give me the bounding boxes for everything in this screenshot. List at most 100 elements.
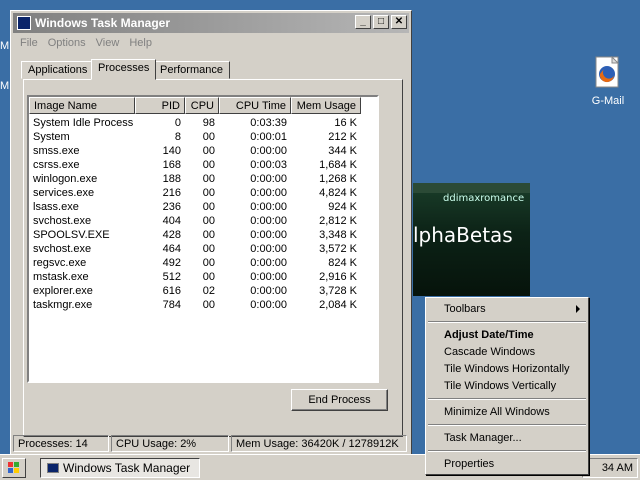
desktop-icon-partial-1[interactable]: M [0, 40, 9, 52]
cell-mem-usage: 344 K [328, 145, 357, 157]
cell-cpu-time: 0:00:00 [250, 201, 287, 213]
windows-flag-icon [8, 462, 20, 474]
menu-help[interactable]: Help [124, 35, 157, 51]
table-row[interactable]: smss.exe 140 00 0:00:00 344 K [29, 144, 377, 158]
desktop-icon-gmail[interactable]: G-Mail [578, 55, 638, 107]
column-pid[interactable]: PID [135, 97, 185, 114]
table-row[interactable]: System Idle Process 0 98 0:03:39 16 K [29, 116, 377, 130]
cell-cpu: 00 [202, 201, 215, 213]
table-row[interactable]: SPOOLSV.EXE 428 00 0:00:00 3,348 K [29, 228, 377, 242]
task-manager-taskbar-icon [47, 463, 59, 473]
status-mem-usage: Mem Usage: 36420K / 1278912K [231, 435, 407, 452]
desktop-icon-label-partial-1: M [0, 40, 10, 52]
table-row[interactable]: regsvc.exe 492 00 0:00:00 824 K [29, 256, 377, 270]
maximize-button[interactable]: □ [373, 15, 389, 29]
table-row[interactable]: csrss.exe 168 00 0:00:03 1,684 K [29, 158, 377, 172]
close-button[interactable]: ✕ [391, 15, 407, 29]
tab-performance[interactable]: Performance [153, 61, 230, 79]
cell-image-name: winlogon.exe [33, 173, 98, 185]
cell-cpu-time: 0:00:00 [250, 173, 287, 185]
menu-item-cascade-windows[interactable]: Cascade Windows [428, 344, 586, 361]
cell-image-name: mstask.exe [33, 271, 89, 283]
menu-options[interactable]: Options [43, 35, 91, 51]
menu-item-tile-horizontally[interactable]: Tile Windows Horizontally [428, 361, 586, 378]
cell-image-name: System Idle Process [33, 117, 134, 129]
cell-image-name: taskmgr.exe [33, 299, 93, 311]
process-list[interactable]: Image Name PID CPU CPU Time Mem Usage Sy… [27, 95, 379, 383]
cell-image-name: SPOOLSV.EXE [33, 229, 110, 241]
cell-cpu-time: 0:00:00 [250, 285, 287, 297]
cell-image-name: services.exe [33, 187, 95, 199]
table-row[interactable]: services.exe 216 00 0:00:00 4,824 K [29, 186, 377, 200]
table-row[interactable]: System 8 00 0:00:01 212 K [29, 130, 377, 144]
cell-image-name: csrss.exe [33, 159, 80, 171]
menu-item-minimize-all[interactable]: Minimize All Windows [428, 404, 586, 421]
desktop-background-widget: ddimaxromance lphaBetas [413, 183, 530, 296]
minimize-button[interactable]: _ [355, 15, 371, 29]
cell-cpu: 00 [202, 229, 215, 241]
desktop-icon-partial-2[interactable]: M [0, 80, 9, 92]
menu-item-adjust-date-time[interactable]: Adjust Date/Time [428, 327, 586, 344]
cell-mem-usage: 824 K [328, 257, 357, 269]
cell-cpu-time: 0:00:00 [250, 271, 287, 283]
table-row[interactable]: svchost.exe 404 00 0:00:00 2,812 K [29, 214, 377, 228]
table-row[interactable]: svchost.exe 464 00 0:00:00 3,572 K [29, 242, 377, 256]
table-row[interactable]: winlogon.exe 188 00 0:00:00 1,268 K [29, 172, 377, 186]
cell-cpu: 00 [202, 257, 215, 269]
cell-mem-usage: 3,572 K [319, 243, 357, 255]
tab-applications[interactable]: Applications [21, 61, 95, 79]
menu-item-toolbars[interactable]: Toolbars [428, 301, 586, 318]
status-processes: Processes: 14 [13, 435, 109, 452]
cell-mem-usage: 1,268 K [319, 173, 357, 185]
status-cpu-usage: CPU Usage: 2% [111, 435, 229, 452]
cell-pid: 168 [162, 159, 181, 171]
table-row[interactable]: explorer.exe 616 02 0:00:00 3,728 K [29, 284, 377, 298]
table-row[interactable]: mstask.exe 512 00 0:00:00 2,916 K [29, 270, 377, 284]
cell-image-name: explorer.exe [33, 285, 93, 297]
column-cpu-time[interactable]: CPU Time [219, 97, 291, 114]
tab-processes[interactable]: Processes [91, 59, 157, 80]
cell-image-name: lsass.exe [33, 201, 79, 213]
cell-cpu: 00 [202, 243, 215, 255]
cell-image-name: System [33, 131, 70, 143]
cell-pid: 140 [162, 145, 181, 157]
close-icon: ✕ [394, 16, 404, 27]
end-process-button[interactable]: End Process [291, 389, 388, 411]
menu-view[interactable]: View [91, 35, 125, 51]
title-bar[interactable]: Windows Task Manager _ □ ✕ [13, 13, 409, 33]
submenu-arrow-icon [576, 305, 580, 313]
system-clock[interactable]: 34 AM [582, 458, 638, 478]
column-mem-usage[interactable]: Mem Usage [291, 97, 361, 114]
cell-cpu-time: 0:00:01 [250, 131, 287, 143]
cell-mem-usage: 16 K [334, 117, 357, 129]
widget-text-2: lphaBetas [413, 223, 513, 247]
cell-pid: 404 [162, 215, 181, 227]
taskbar-button-task-manager[interactable]: Windows Task Manager [40, 458, 200, 478]
cell-pid: 784 [162, 299, 181, 311]
menu-item-properties[interactable]: Properties [428, 456, 586, 473]
menu-item-task-manager[interactable]: Task Manager... [428, 430, 586, 447]
minimize-icon: _ [360, 16, 366, 27]
cell-mem-usage: 4,824 K [319, 187, 357, 199]
column-image-name[interactable]: Image Name [29, 97, 135, 114]
cell-cpu-time: 0:00:00 [250, 243, 287, 255]
cell-mem-usage: 1,684 K [319, 159, 357, 171]
desktop-icon-label-partial-2: M [0, 80, 10, 92]
cell-mem-usage: 2,084 K [319, 299, 357, 311]
cell-cpu: 02 [202, 285, 215, 297]
cell-cpu-time: 0:00:00 [250, 145, 287, 157]
cell-cpu: 98 [202, 117, 215, 129]
cell-mem-usage: 2,812 K [319, 215, 357, 227]
cell-cpu-time: 0:00:00 [250, 215, 287, 227]
table-row[interactable]: taskmgr.exe 784 00 0:00:00 2,084 K [29, 298, 377, 312]
table-row[interactable]: lsass.exe 236 00 0:00:00 924 K [29, 200, 377, 214]
column-cpu[interactable]: CPU [185, 97, 219, 114]
start-button[interactable] [2, 458, 26, 478]
cell-pid: 236 [162, 201, 181, 213]
cell-mem-usage: 212 K [328, 131, 357, 143]
desktop-icon-gmail-label: G-Mail [591, 95, 625, 107]
cell-mem-usage: 2,916 K [319, 271, 357, 283]
cell-pid: 188 [162, 173, 181, 185]
menu-item-tile-vertically[interactable]: Tile Windows Vertically [428, 378, 586, 395]
menu-file[interactable]: File [15, 35, 43, 51]
